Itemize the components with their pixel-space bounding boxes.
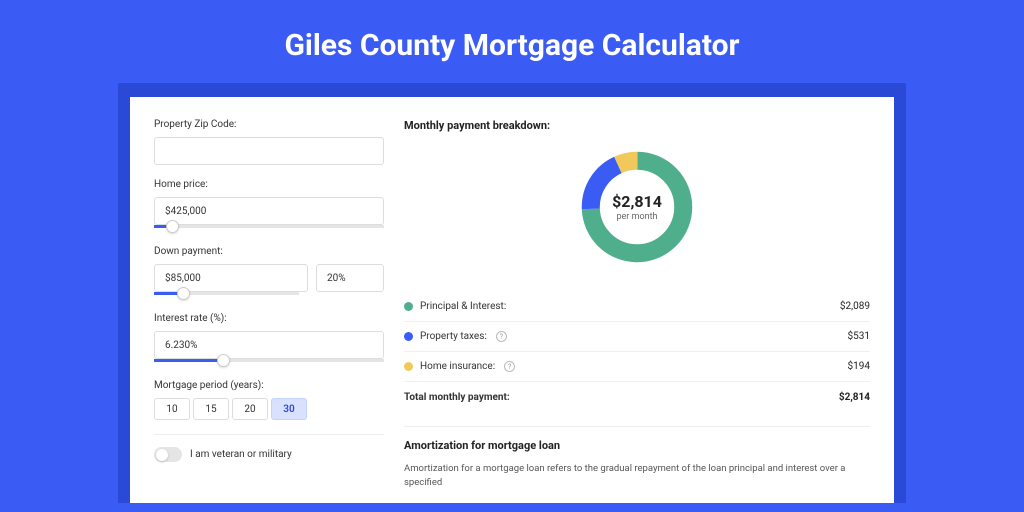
price-label: Home price: [154, 179, 384, 190]
veteran-toggle[interactable] [154, 447, 182, 462]
legend: Principal & Interest: $2,089 Property taxe… [404, 292, 870, 412]
rate-label: Interest rate (%): [154, 313, 384, 324]
rate-slider-thumb[interactable] [217, 354, 230, 367]
info-icon[interactable]: ? [504, 361, 515, 372]
form-divider [154, 434, 384, 435]
period-button-30[interactable]: 30 [271, 398, 307, 420]
down-field: Down payment: [154, 246, 384, 295]
veteran-label: I am veteran or military [190, 449, 292, 460]
legend-dot-icon [404, 302, 413, 311]
legend-row: Home insurance:? $194 [404, 352, 870, 382]
legend-total-row: Total monthly payment: $2,814 [404, 382, 870, 412]
legend-value: $531 [848, 331, 870, 342]
veteran-row: I am veteran or military [154, 447, 384, 462]
price-input[interactable] [154, 197, 384, 225]
rate-input[interactable] [154, 331, 384, 359]
period-button-group: 10152030 [154, 398, 384, 420]
total-label: Total monthly payment: [404, 392, 510, 403]
legend-label: Principal & Interest: [420, 301, 506, 312]
zip-field: Property Zip Code: [154, 119, 384, 165]
period-label: Mortgage period (years): [154, 380, 384, 391]
calculator-card: Property Zip Code: Home price: Down paym… [130, 97, 894, 503]
down-pct-input[interactable] [316, 264, 384, 292]
down-slider[interactable] [154, 292, 299, 295]
down-slider-thumb[interactable] [177, 287, 190, 300]
donut-amount: $2,814 [612, 192, 662, 211]
period-button-10[interactable]: 10 [154, 398, 190, 420]
price-field: Home price: [154, 179, 384, 228]
legend-label: Home insurance: [420, 361, 495, 372]
form-panel: Property Zip Code: Home price: Down paym… [154, 119, 402, 503]
legend-dot-icon [404, 332, 413, 341]
legend-dot-icon [404, 362, 413, 371]
breakdown-title: Monthly payment breakdown: [404, 119, 870, 132]
period-button-15[interactable]: 15 [193, 398, 229, 420]
period-field: Mortgage period (years): 10152030 [154, 380, 384, 420]
down-label: Down payment: [154, 246, 384, 257]
price-slider[interactable] [154, 225, 384, 228]
amort-title: Amortization for mortgage loan [404, 439, 870, 452]
total-value: $2,814 [839, 392, 870, 403]
donut-chart: $2,814 per month [576, 146, 698, 268]
calculator-card-backdrop: Property Zip Code: Home price: Down paym… [118, 83, 906, 503]
legend-row: Principal & Interest: $2,089 [404, 292, 870, 322]
price-slider-thumb[interactable] [166, 220, 179, 233]
amort-text: Amortization for a mortgage loan refers … [404, 462, 870, 491]
donut-chart-wrap: $2,814 per month [404, 146, 870, 268]
zip-input[interactable] [154, 137, 384, 165]
zip-label: Property Zip Code: [154, 119, 384, 130]
legend-value: $194 [848, 361, 870, 372]
breakdown-panel: Monthly payment breakdown: $2,814 per mo… [402, 119, 870, 503]
legend-row: Property taxes:? $531 [404, 322, 870, 352]
info-icon[interactable]: ? [496, 331, 507, 342]
down-input[interactable] [154, 264, 308, 292]
rate-slider[interactable] [154, 359, 384, 362]
legend-label: Property taxes: [420, 331, 487, 342]
period-button-20[interactable]: 20 [232, 398, 268, 420]
donut-sub: per month [616, 212, 657, 222]
breakdown-divider [404, 426, 870, 427]
rate-field: Interest rate (%): [154, 313, 384, 362]
page-title: Giles County Mortgage Calculator [0, 0, 1024, 83]
legend-value: $2,089 [840, 301, 870, 312]
